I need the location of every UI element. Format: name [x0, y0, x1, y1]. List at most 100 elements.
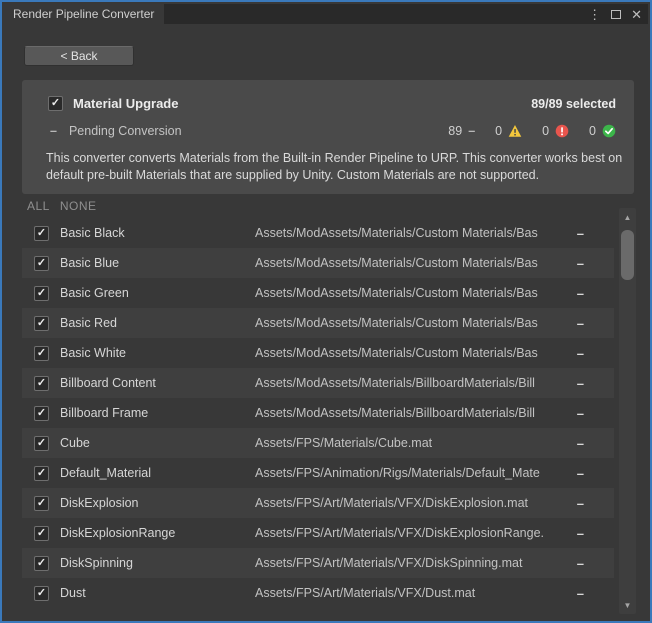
- row-status-dash-icon: –: [577, 346, 584, 361]
- checkmark-icon: ✓: [37, 348, 46, 359]
- row-status-dash-icon: –: [577, 526, 584, 541]
- pending-conversion-label: Pending Conversion: [69, 124, 182, 138]
- row-material-name: Basic Black: [60, 226, 255, 240]
- row-material-name: Billboard Content: [60, 376, 255, 390]
- table-row[interactable]: ✓ DiskSpinning Assets/FPS/Art/Materials/…: [22, 548, 614, 578]
- table-row[interactable]: ✓ Basic Black Assets/ModAssets/Materials…: [22, 218, 614, 248]
- row-asset-path: Assets/ModAssets/Materials/Custom Materi…: [255, 256, 555, 270]
- row-checkbox[interactable]: ✓: [34, 256, 49, 271]
- row-status-dash-icon: –: [577, 586, 584, 601]
- select-none-button[interactable]: NONE: [60, 199, 97, 213]
- converter-name: Material Upgrade: [73, 96, 178, 111]
- row-status-dash-icon: –: [577, 436, 584, 451]
- row-asset-path: Assets/FPS/Art/Materials/VFX/DiskExplosi…: [255, 496, 555, 510]
- table-row[interactable]: ✓ DiskExplosionRange Assets/FPS/Art/Mate…: [22, 518, 614, 548]
- row-material-name: Basic White: [60, 346, 255, 360]
- row-status-dash-icon: –: [577, 286, 584, 301]
- scroll-down-icon[interactable]: ▼: [619, 598, 636, 612]
- row-status-dash-icon: –: [577, 316, 584, 331]
- row-asset-path: Assets/FPS/Art/Materials/VFX/DiskSpinnin…: [255, 556, 555, 570]
- table-row[interactable]: ✓ Default_Material Assets/FPS/Animation/…: [22, 458, 614, 488]
- row-checkbox[interactable]: ✓: [34, 376, 49, 391]
- maximize-icon[interactable]: [611, 10, 621, 19]
- row-asset-path: Assets/FPS/Art/Materials/VFX/DiskExplosi…: [255, 526, 555, 540]
- row-material-name: DiskSpinning: [60, 556, 255, 570]
- checkmark-icon: ✓: [37, 498, 46, 509]
- checkmark-icon: ✓: [37, 588, 46, 599]
- checkmark-icon: ✓: [51, 98, 60, 109]
- row-checkbox[interactable]: ✓: [34, 466, 49, 481]
- warning-count: 0: [495, 124, 502, 138]
- row-checkbox[interactable]: ✓: [34, 316, 49, 331]
- row-status-dash-icon: –: [577, 556, 584, 571]
- converter-panel: ✓ Material Upgrade 89/89 selected – Pend…: [22, 80, 634, 194]
- row-checkbox[interactable]: ✓: [34, 436, 49, 451]
- row-material-name: Default_Material: [60, 466, 255, 480]
- title-bar: Render Pipeline Converter ⋮ ✕: [4, 4, 648, 24]
- table-row[interactable]: ✓ Cube Assets/FPS/Materials/Cube.mat –: [22, 428, 614, 458]
- table-row[interactable]: ✓ Billboard Frame Assets/ModAssets/Mater…: [22, 398, 614, 428]
- scrollbar-thumb[interactable]: [621, 230, 634, 280]
- table-row[interactable]: ✓ Dust Assets/FPS/Art/Materials/VFX/Dust…: [22, 578, 614, 608]
- row-checkbox[interactable]: ✓: [34, 586, 49, 601]
- table-row[interactable]: ✓ Basic Blue Assets/ModAssets/Materials/…: [22, 248, 614, 278]
- checkmark-icon: ✓: [37, 468, 46, 479]
- render-pipeline-converter-window: Render Pipeline Converter ⋮ ✕ < Back ✓ M…: [0, 0, 652, 623]
- scroll-up-icon[interactable]: ▲: [619, 210, 636, 224]
- back-button[interactable]: < Back: [24, 46, 134, 66]
- row-material-name: Basic Red: [60, 316, 255, 330]
- selected-summary: 89/89 selected: [531, 97, 616, 111]
- checkmark-icon: ✓: [37, 258, 46, 269]
- pending-count: 89: [448, 124, 462, 138]
- row-status-dash-icon: –: [577, 406, 584, 421]
- row-asset-path: Assets/ModAssets/Materials/Custom Materi…: [255, 226, 555, 240]
- checkmark-icon: ✓: [37, 438, 46, 449]
- row-checkbox[interactable]: ✓: [34, 556, 49, 571]
- pending-counters: 89 – 0 0 0: [448, 124, 616, 138]
- checkmark-icon: ✓: [37, 528, 46, 539]
- row-material-name: DiskExplosionRange: [60, 526, 255, 540]
- window-tab[interactable]: Render Pipeline Converter: [4, 4, 164, 24]
- checkmark-icon: ✓: [37, 378, 46, 389]
- error-icon: [555, 124, 569, 138]
- row-material-name: Basic Blue: [60, 256, 255, 270]
- row-material-name: DiskExplosion: [60, 496, 255, 510]
- close-icon[interactable]: ✕: [631, 8, 642, 21]
- checkmark-icon: ✓: [37, 558, 46, 569]
- row-status-dash-icon: –: [577, 466, 584, 481]
- table-row[interactable]: ✓ Basic Red Assets/ModAssets/Materials/C…: [22, 308, 614, 338]
- material-list: ✓ Basic Black Assets/ModAssets/Materials…: [22, 218, 614, 608]
- error-count: 0: [542, 124, 549, 138]
- row-asset-path: Assets/ModAssets/Materials/Custom Materi…: [255, 346, 555, 360]
- window-title: Render Pipeline Converter: [13, 7, 154, 21]
- row-checkbox[interactable]: ✓: [34, 526, 49, 541]
- back-button-label: < Back: [60, 49, 97, 63]
- row-checkbox[interactable]: ✓: [34, 346, 49, 361]
- pending-dash-icon: –: [50, 124, 57, 138]
- window-menu-icon[interactable]: ⋮: [588, 8, 601, 21]
- select-all-button[interactable]: ALL: [27, 199, 50, 213]
- row-material-name: Cube: [60, 436, 255, 450]
- table-row[interactable]: ✓ Basic White Assets/ModAssets/Materials…: [22, 338, 614, 368]
- row-checkbox[interactable]: ✓: [34, 496, 49, 511]
- checkmark-icon: ✓: [37, 408, 46, 419]
- row-checkbox[interactable]: ✓: [34, 226, 49, 241]
- row-material-name: Billboard Frame: [60, 406, 255, 420]
- success-icon: [602, 124, 616, 138]
- row-asset-path: Assets/FPS/Art/Materials/VFX/Dust.mat: [255, 586, 555, 600]
- warning-icon: [508, 124, 522, 138]
- row-status-dash-icon: –: [577, 256, 584, 271]
- checkmark-icon: ✓: [37, 228, 46, 239]
- row-checkbox[interactable]: ✓: [34, 406, 49, 421]
- converter-checkbox[interactable]: ✓: [48, 96, 63, 111]
- pending-count-dash-icon: –: [468, 124, 475, 138]
- table-row[interactable]: ✓ DiskExplosion Assets/FPS/Art/Materials…: [22, 488, 614, 518]
- row-checkbox[interactable]: ✓: [34, 286, 49, 301]
- converter-description: This converter converts Materials from t…: [46, 150, 632, 184]
- list-scrollbar[interactable]: ▲ ▼: [619, 208, 636, 614]
- row-asset-path: Assets/ModAssets/Materials/Custom Materi…: [255, 316, 555, 330]
- row-asset-path: Assets/ModAssets/Materials/Custom Materi…: [255, 286, 555, 300]
- table-row[interactable]: ✓ Billboard Content Assets/ModAssets/Mat…: [22, 368, 614, 398]
- checkmark-icon: ✓: [37, 288, 46, 299]
- table-row[interactable]: ✓ Basic Green Assets/ModAssets/Materials…: [22, 278, 614, 308]
